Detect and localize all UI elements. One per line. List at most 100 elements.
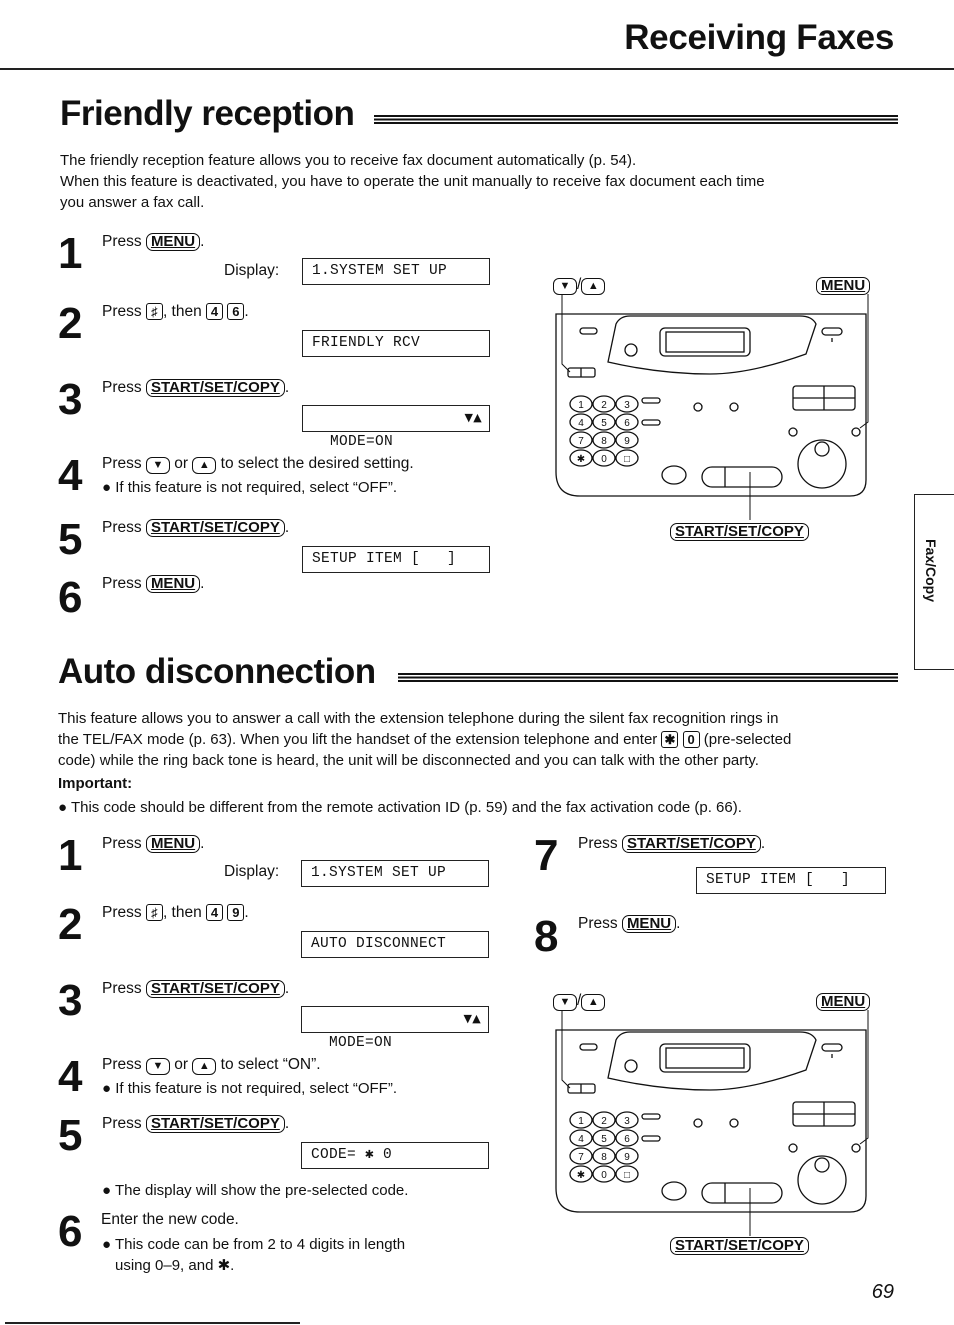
down-arrow-key: ▼: [145, 1058, 170, 1075]
digit-key: 4: [206, 904, 224, 921]
lcd-display: SETUP ITEM [ ]: [696, 867, 886, 894]
punct: .: [676, 915, 681, 932]
step-instruction: Press ▼ or ▲ to select the desired setti…: [102, 454, 414, 474]
press-text: Press: [102, 575, 142, 592]
step-number: 4: [58, 451, 83, 500]
then-text: , then: [162, 904, 202, 921]
fax-panel-illustration: 1 2 3 4 5 6 7 8 9 ✱ 0 □: [555, 1010, 869, 1236]
indicator-led: [788, 427, 798, 437]
arrow-callout-line: [561, 294, 571, 373]
intro-line: code) while the ring back tone is heard,…: [58, 752, 759, 769]
punct: .: [200, 575, 205, 592]
step-instruction: Press MENU.: [102, 232, 204, 252]
zero-key: 0: [682, 731, 700, 748]
lcd-display: MODE=ON ▼▲: [302, 405, 490, 450]
step-note: ● The display will show the pre-selected…: [102, 1182, 409, 1199]
indicator-led: [729, 402, 739, 412]
step-note: ● If this feature is not required, selec…: [102, 479, 397, 496]
navigator-dial: [797, 439, 847, 489]
intro-text: the TEL/FAX mode (p. 63). When you lift …: [58, 731, 658, 748]
keypad-key-label: 0: [601, 1170, 607, 1181]
step-number: 5: [58, 1111, 83, 1160]
keypad-key-label: 2: [601, 1116, 607, 1127]
step-number: 6: [58, 1207, 83, 1256]
step-number: 1: [58, 229, 83, 278]
lcd-text: MODE=ON: [329, 1035, 393, 1051]
function-button: [641, 419, 661, 426]
title-rule: [374, 115, 898, 124]
menu-button-dot: [851, 1143, 861, 1153]
keypad-key-label: 7: [578, 436, 584, 447]
punct: .: [284, 379, 290, 396]
step-text: to select “ON”.: [220, 1056, 321, 1073]
keypad-key-label: 5: [601, 1134, 607, 1145]
indicator-led: [693, 1118, 703, 1128]
press-text: Press: [102, 303, 142, 320]
step-instruction: Press MENU.: [578, 914, 680, 934]
lcd-display: 1.SYSTEM SET UP: [302, 258, 490, 285]
function-button: [641, 397, 661, 404]
menu-key: MENU: [621, 915, 677, 933]
step-instruction: Press START/SET/COPY.: [102, 1114, 289, 1134]
start-set-copy-key: START/SET/COPY: [145, 1115, 285, 1133]
digit-key: 6: [227, 303, 245, 320]
step-instruction: Press MENU.: [102, 574, 204, 594]
step-note: using 0–9, and ✱.: [115, 1257, 235, 1274]
hash-key: ♯: [145, 303, 163, 320]
intro-line: the TEL/FAX mode (p. 63). When you lift …: [58, 729, 908, 750]
keypad-key-label: □: [624, 1170, 630, 1181]
start-set-copy-key: START/SET/COPY: [145, 379, 285, 397]
step-note: ● If this feature is not required, selec…: [102, 1080, 397, 1097]
display-label: Display:: [224, 863, 280, 880]
display-housing: [607, 1031, 817, 1091]
press-text: Press: [578, 915, 618, 932]
keypad-key-label: ✱: [577, 454, 585, 465]
step-instruction: Press START/SET/COPY.: [578, 834, 765, 854]
menu-key: MENU: [145, 835, 201, 853]
lcd-text: MODE=ON: [330, 434, 394, 450]
up-down-arrows-icon: ▼▲: [464, 411, 482, 424]
indicator-led: [693, 402, 703, 412]
page-number: 69: [871, 1281, 894, 1303]
intro-line: When this feature is deactivated, you ha…: [60, 173, 765, 190]
step-number: 3: [58, 976, 83, 1025]
friendly-intro: The friendly reception feature allows yo…: [60, 150, 900, 213]
slot-button: [821, 327, 843, 336]
digit-key: 9: [227, 904, 245, 921]
title-rule: [398, 673, 898, 682]
fax-panel-diagram: ▼ / ▲ MENU 1 2 3 4 5 6 7 8 9 ✱ 0 □ START/SET/COPY: [550, 272, 880, 547]
chapter-title: Receiving Faxes: [624, 18, 894, 57]
dial-center: [814, 441, 830, 457]
step-number: 6: [58, 573, 83, 622]
digit-key: 4: [206, 303, 224, 320]
keypad-key-label: 2: [601, 400, 607, 411]
keypad-key-label: ✱: [577, 1170, 585, 1181]
indicator-led: [624, 343, 638, 357]
indicator-led: [624, 1059, 638, 1073]
step-instruction: Press MENU.: [102, 834, 204, 854]
side-tab-label: Fax/Copy: [923, 539, 939, 603]
oval-button: [661, 1181, 687, 1201]
side-tab[interactable]: Fax/Copy: [914, 494, 954, 670]
intro-text: (pre-selected: [703, 731, 792, 748]
menu-button-dot: [851, 427, 861, 437]
punct: .: [284, 519, 290, 536]
step-number: 7: [534, 831, 559, 880]
keypad-key-label: 5: [601, 418, 607, 429]
menu-key: MENU: [145, 233, 201, 251]
slot-button: [579, 327, 598, 335]
step-number: 2: [58, 900, 83, 949]
oval-button: [661, 465, 687, 485]
or-text: or: [174, 1056, 189, 1073]
step-number: 4: [58, 1052, 83, 1101]
lcd-screen: [665, 331, 745, 353]
start-set-copy-key: START/SET/COPY: [145, 519, 285, 537]
step-instruction: Press START/SET/COPY.: [102, 378, 289, 398]
star-key: ✱: [661, 731, 679, 748]
keypad-key-label: 7: [578, 1152, 584, 1163]
intro-line: The friendly reception feature allows yo…: [60, 152, 637, 169]
function-button: [641, 1113, 661, 1120]
start-set-copy-key: START/SET/COPY: [145, 980, 285, 998]
press-text: Press: [102, 233, 142, 250]
press-text: Press: [102, 379, 142, 396]
